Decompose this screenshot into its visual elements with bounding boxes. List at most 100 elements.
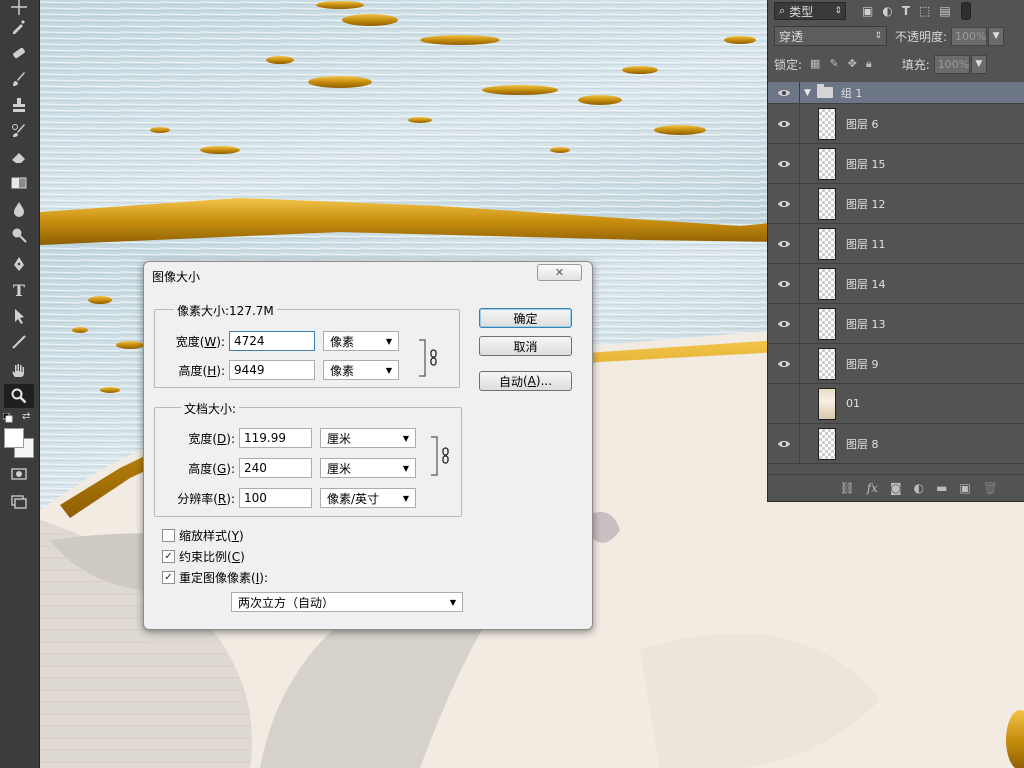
chevron-down-icon: ▼ xyxy=(402,493,409,503)
layer-thumbnail[interactable] xyxy=(818,227,836,260)
shape-filter-icon[interactable]: ⬚ xyxy=(919,4,930,18)
hand-icon[interactable] xyxy=(4,358,34,382)
eyedropper-icon[interactable] xyxy=(4,14,34,38)
smart-object-filter-icon[interactable]: ▤ xyxy=(939,4,950,18)
layer-thumbnail[interactable] xyxy=(818,387,836,420)
check-icon[interactable]: ✓ xyxy=(162,571,175,584)
cancel-button[interactable]: 取消 xyxy=(479,336,572,356)
image-filter-icon[interactable]: ▣ xyxy=(862,4,873,18)
layer-thumbnail[interactable] xyxy=(818,307,836,340)
layer-thumbnail[interactable] xyxy=(818,107,836,140)
pixel-width-unit-select[interactable]: 像素 ▼ xyxy=(323,331,399,351)
layer-row[interactable]: 图层 8 xyxy=(768,423,1024,464)
filter-toggle[interactable] xyxy=(960,2,971,20)
eraser-icon[interactable] xyxy=(4,145,34,169)
type-filter-icon[interactable]: T xyxy=(902,4,910,18)
expand-arrow-icon[interactable]: ▼ xyxy=(804,88,811,98)
blend-mode-select[interactable]: 穿透 ⇕ xyxy=(774,26,887,46)
quick-mask-icon[interactable] xyxy=(4,462,34,486)
lock-position-icon[interactable]: ✥ xyxy=(848,57,857,71)
line-icon[interactable] xyxy=(4,330,34,354)
opacity-dropdown-icon[interactable]: ▼ xyxy=(988,26,1005,46)
doc-height-input[interactable]: 240 xyxy=(239,458,312,478)
layer-group-row[interactable]: ▼ 组 1 xyxy=(768,82,1024,104)
foreground-color-swatch[interactable] xyxy=(4,428,24,448)
layer-row[interactable]: 图层 12 xyxy=(768,183,1024,224)
layer-row[interactable]: 图层 13 xyxy=(768,303,1024,344)
doc-height-unit-select[interactable]: 厘米 ▼ xyxy=(320,458,416,478)
eye-icon[interactable] xyxy=(768,103,800,144)
zoom-icon[interactable] xyxy=(4,384,34,408)
layer-filter-label: 类型 xyxy=(789,4,814,19)
link-icon[interactable]: ⛓ xyxy=(839,481,854,495)
eye-icon[interactable] xyxy=(768,82,800,104)
lock-all-icon[interactable]: 🔒︎ xyxy=(866,57,872,71)
resolution-unit-select[interactable]: 像素/英寸 ▼ xyxy=(320,488,416,508)
layer-row[interactable]: 图层 14 xyxy=(768,263,1024,304)
eye-icon[interactable] xyxy=(768,383,800,424)
path-select-icon[interactable] xyxy=(4,304,34,328)
resample-image-checkbox[interactable]: ✓ 重定图像像素(I): xyxy=(162,569,268,586)
screen-mode-icon[interactable] xyxy=(4,489,34,513)
opacity-input[interactable]: 100% xyxy=(951,26,988,46)
folder-icon[interactable]: ▬ xyxy=(936,481,947,495)
layer-thumbnail[interactable] xyxy=(818,187,836,220)
adjustment-icon[interactable]: ◐ xyxy=(914,481,924,495)
swap-colors-icon[interactable]: ⇄ xyxy=(22,411,30,422)
history-brush-icon[interactable] xyxy=(4,119,34,143)
layer-name: 图层 14 xyxy=(846,277,886,291)
eye-icon[interactable] xyxy=(768,423,800,464)
eye-icon[interactable] xyxy=(768,263,800,304)
eye-icon[interactable] xyxy=(768,303,800,344)
checkbox-box[interactable] xyxy=(162,529,175,542)
layer-row[interactable]: 01 xyxy=(768,383,1024,424)
lock-pixels-icon[interactable]: ✎ xyxy=(829,57,838,71)
eye-icon[interactable] xyxy=(768,223,800,264)
pixel-height-unit-select[interactable]: 像素 ▼ xyxy=(323,360,399,380)
auto-button[interactable]: 自动(A)... xyxy=(479,371,572,391)
trash-icon[interactable]: 🗑︎ xyxy=(983,481,998,495)
healing-brush-icon[interactable] xyxy=(4,41,34,65)
move-icon[interactable] xyxy=(4,0,34,15)
brush-icon[interactable] xyxy=(4,67,34,91)
doc-width-unit-select[interactable]: 厘米 ▼ xyxy=(320,428,416,448)
doc-width-input[interactable]: 119.99 xyxy=(239,428,312,448)
text-icon[interactable]: T xyxy=(4,278,34,302)
clone-stamp-icon[interactable] xyxy=(4,93,34,117)
layer-name: 图层 15 xyxy=(846,157,886,171)
pixel-width-input[interactable]: 4724 xyxy=(229,331,315,351)
eye-icon[interactable] xyxy=(768,183,800,224)
layer-row[interactable]: 图层 9 xyxy=(768,343,1024,384)
ok-button[interactable]: 确定 xyxy=(479,308,572,328)
eye-icon[interactable] xyxy=(768,343,800,384)
new-layer-icon[interactable]: ▣ xyxy=(959,481,970,495)
lock-transparent-icon[interactable]: ▦ xyxy=(810,57,820,71)
close-button[interactable]: ✕ xyxy=(537,264,582,281)
layer-row[interactable]: 图层 15 xyxy=(768,143,1024,184)
dodge-icon[interactable] xyxy=(4,223,34,247)
mask-icon[interactable]: ◙ xyxy=(890,481,902,495)
gradient-icon[interactable] xyxy=(4,171,34,195)
default-colors-icon[interactable] xyxy=(2,412,13,423)
layer-filter-select[interactable]: ⌕ 类型 ⇕ xyxy=(774,2,846,20)
fill-dropdown-icon[interactable]: ▼ xyxy=(970,54,987,74)
scale-styles-checkbox[interactable]: 缩放样式(Y) xyxy=(162,527,244,544)
blur-icon[interactable] xyxy=(4,197,34,221)
check-icon[interactable]: ✓ xyxy=(162,550,175,563)
adjustment-filter-icon[interactable]: ◐ xyxy=(882,4,892,18)
pen-icon[interactable] xyxy=(4,252,34,276)
layer-thumbnail[interactable] xyxy=(818,347,836,380)
layer-thumbnail[interactable] xyxy=(818,147,836,180)
layer-thumbnail[interactable] xyxy=(818,427,836,460)
resolution-input[interactable]: 100 xyxy=(239,488,312,508)
resample-method-select[interactable]: 两次立方（自动） ▼ xyxy=(231,592,463,612)
constrain-proportions-checkbox[interactable]: ✓ 约束比例(C) xyxy=(162,548,245,565)
fill-input[interactable]: 100% xyxy=(933,54,970,74)
layer-thumbnail[interactable] xyxy=(818,267,836,300)
chevron-down-icon: ▼ xyxy=(385,336,392,346)
layer-row[interactable]: 图层 11 xyxy=(768,223,1024,264)
fx-icon[interactable]: fx xyxy=(867,481,878,495)
layer-row[interactable]: 图层 6 xyxy=(768,103,1024,144)
eye-icon[interactable] xyxy=(768,143,800,184)
pixel-height-input[interactable]: 9449 xyxy=(229,360,315,380)
